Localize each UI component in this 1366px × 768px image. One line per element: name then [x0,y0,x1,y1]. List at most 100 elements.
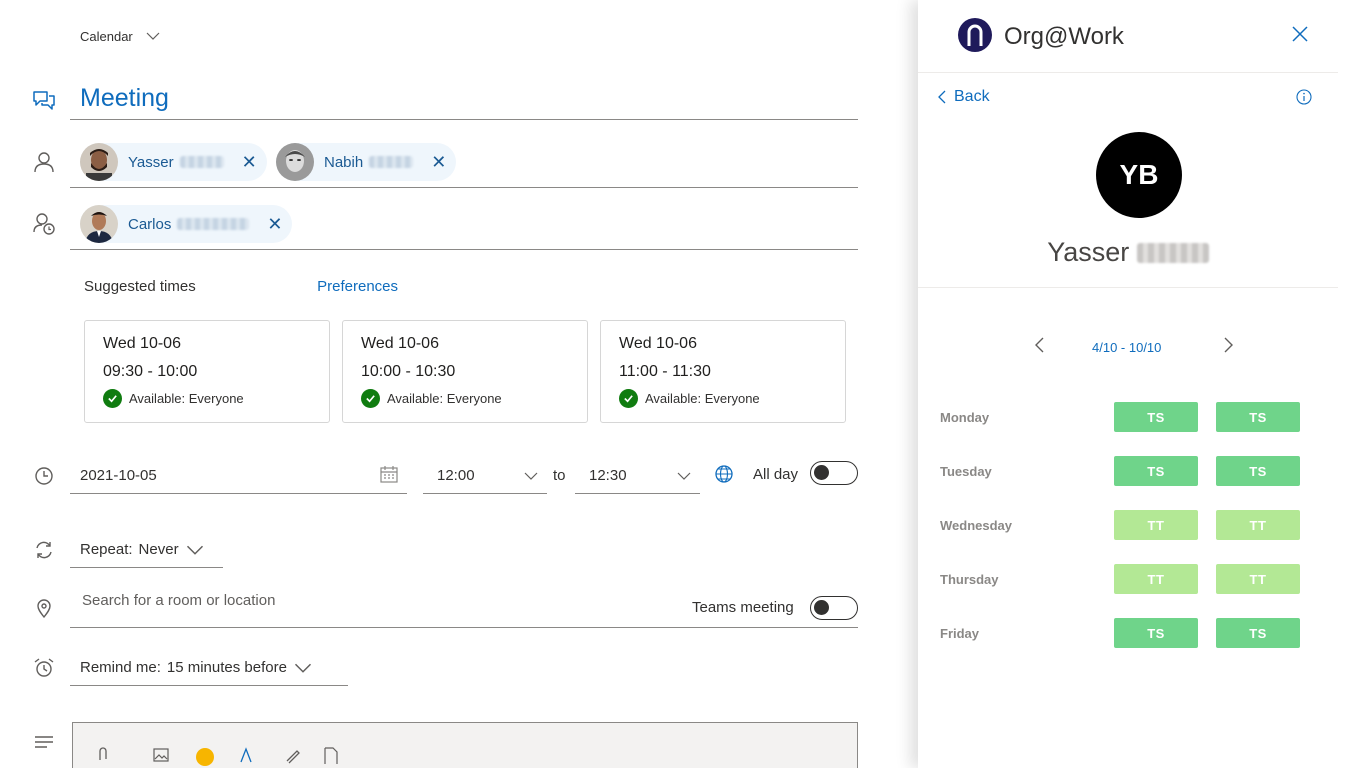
info-icon[interactable] [1296,89,1312,105]
all-day-toggle[interactable] [810,461,858,485]
redacted-surname [177,218,250,230]
attendee-chip[interactable]: Nabih ✕ [276,143,457,181]
day-label: Thursday [940,572,999,587]
availability-text: Available: Everyone [387,391,502,406]
chevron-down-icon [186,545,203,555]
location-pin-icon [30,594,58,622]
redacted-surname [1136,243,1209,263]
availability-text: Available: Everyone [129,391,244,406]
title-field[interactable]: Meeting [70,80,858,120]
schedule-slot[interactable]: TT [1114,510,1198,540]
suggested-time-card[interactable]: Wed 10-06 09:30 - 10:00 Available: Every… [84,320,330,423]
availability-text: Available: Everyone [645,391,760,406]
divider [918,287,1338,288]
emoji-icon[interactable] [193,743,217,767]
suggested-time-card[interactable]: Wed 10-06 10:00 - 10:30 Available: Every… [342,320,588,423]
schedule-slot[interactable]: TT [1216,510,1300,540]
date-value: 2021-10-05 [80,467,157,484]
day-label: Wednesday [940,518,1013,533]
document-icon[interactable] [319,743,343,767]
meeting-title[interactable]: Meeting [80,84,169,113]
end-time-dropdown[interactable]: 12:30 [575,458,700,494]
optional-person-icon [30,210,58,238]
schedule-slot[interactable]: TT [1216,564,1300,594]
day-label: Tuesday [940,464,992,479]
schedule-slot[interactable]: TS [1216,618,1300,648]
text-style-icon[interactable] [237,743,261,767]
suggestion-time: 11:00 - 11:30 [619,363,711,380]
schedule-slot[interactable]: TS [1216,456,1300,486]
avatar [80,143,118,181]
attach-icon[interactable] [91,743,115,767]
schedule-slot[interactable]: TT [1114,564,1198,594]
avatar [80,205,118,243]
start-time-dropdown[interactable]: 12:00 [423,458,547,494]
redacted-surname [179,156,224,168]
suggestion-time: 09:30 - 10:00 [103,363,198,380]
org-at-work-logo [958,18,992,52]
chevron-left-icon [938,90,946,104]
schedule-slot[interactable]: TS [1114,456,1198,486]
repeat-value: Never [138,541,179,558]
remove-attendee-icon[interactable]: ✕ [431,153,446,171]
calendar-icon[interactable] [379,464,399,484]
optional-attendees-field[interactable]: Carlos ✕ [70,200,858,250]
suggested-time-card[interactable]: Wed 10-06 11:00 - 11:30 Available: Every… [600,320,846,423]
attendee-name: Carlos [128,215,172,233]
all-day-label: All day [753,466,799,483]
next-week-icon[interactable] [1218,335,1238,355]
remind-value: 15 minutes before [166,659,287,676]
preferences-link[interactable]: Preferences [317,278,398,295]
body-editor-toolbar [72,722,858,768]
checkmark-icon [361,389,380,408]
app-title: Org@Work [1004,23,1124,50]
schedule-slot[interactable]: TS [1114,402,1198,432]
checkmark-icon [619,389,638,408]
person-name: Yasser [918,237,1338,268]
teams-meeting-toggle[interactable] [810,596,858,620]
clock-icon [30,462,58,490]
suggestion-date: Wed 10-06 [361,335,439,352]
to-label: to [553,467,566,484]
required-attendees-field[interactable]: Yasser ✕ Nabih ✕ [70,138,858,188]
attendee-name: Nabih [324,153,364,171]
image-icon[interactable] [149,743,173,767]
attendee-name: Yasser [128,153,174,171]
person-first-name: Yasser [1047,237,1130,267]
day-label: Monday [940,410,990,425]
back-button[interactable]: Back [936,88,990,106]
teams-meeting-label: Teams meeting [692,599,794,616]
remove-attendee-icon[interactable]: ✕ [242,153,257,171]
suggested-times-label: Suggested times [84,278,196,295]
date-range: 4/10 - 10/10 [1092,340,1162,355]
remove-attendee-icon[interactable]: ✕ [267,215,282,233]
attendee-chip[interactable]: Yasser ✕ [80,143,267,181]
chevron-down-icon [146,32,160,40]
suggestion-time: 10:00 - 10:30 [361,363,456,380]
suggestion-date: Wed 10-06 [103,335,181,352]
chevron-down-icon [294,663,311,673]
text-lines-icon [30,728,58,756]
chat-bubbles-icon [30,86,58,114]
signature-pen-icon[interactable] [281,743,305,767]
remind-label: Remind me: [80,659,161,676]
checkmark-icon [103,389,122,408]
back-label: Back [954,88,990,105]
schedule-slot[interactable]: TS [1114,618,1198,648]
schedule-slot[interactable]: TS [1216,402,1300,432]
location-placeholder[interactable]: Search for a room or location [82,592,275,609]
close-icon[interactable] [1290,24,1310,44]
previous-week-icon[interactable] [1030,335,1050,355]
reminder-dropdown[interactable]: Remind me: 15 minutes before [70,650,348,686]
repeat-icon [30,536,58,564]
chevron-down-icon [524,472,538,480]
globe-icon[interactable] [714,464,734,484]
panel-header: Org@Work [918,0,1338,73]
repeat-dropdown[interactable]: Repeat: Never [70,532,223,568]
calendar-picker[interactable]: Calendar [80,28,161,44]
repeat-label: Repeat: [80,541,133,558]
end-time-value: 12:30 [589,467,627,484]
meeting-composer: Calendar Meeting Yasser ✕ Nabih ✕ Carlos… [0,0,918,768]
date-field[interactable]: 2021-10-05 [70,458,407,494]
attendee-chip[interactable]: Carlos ✕ [80,205,293,243]
